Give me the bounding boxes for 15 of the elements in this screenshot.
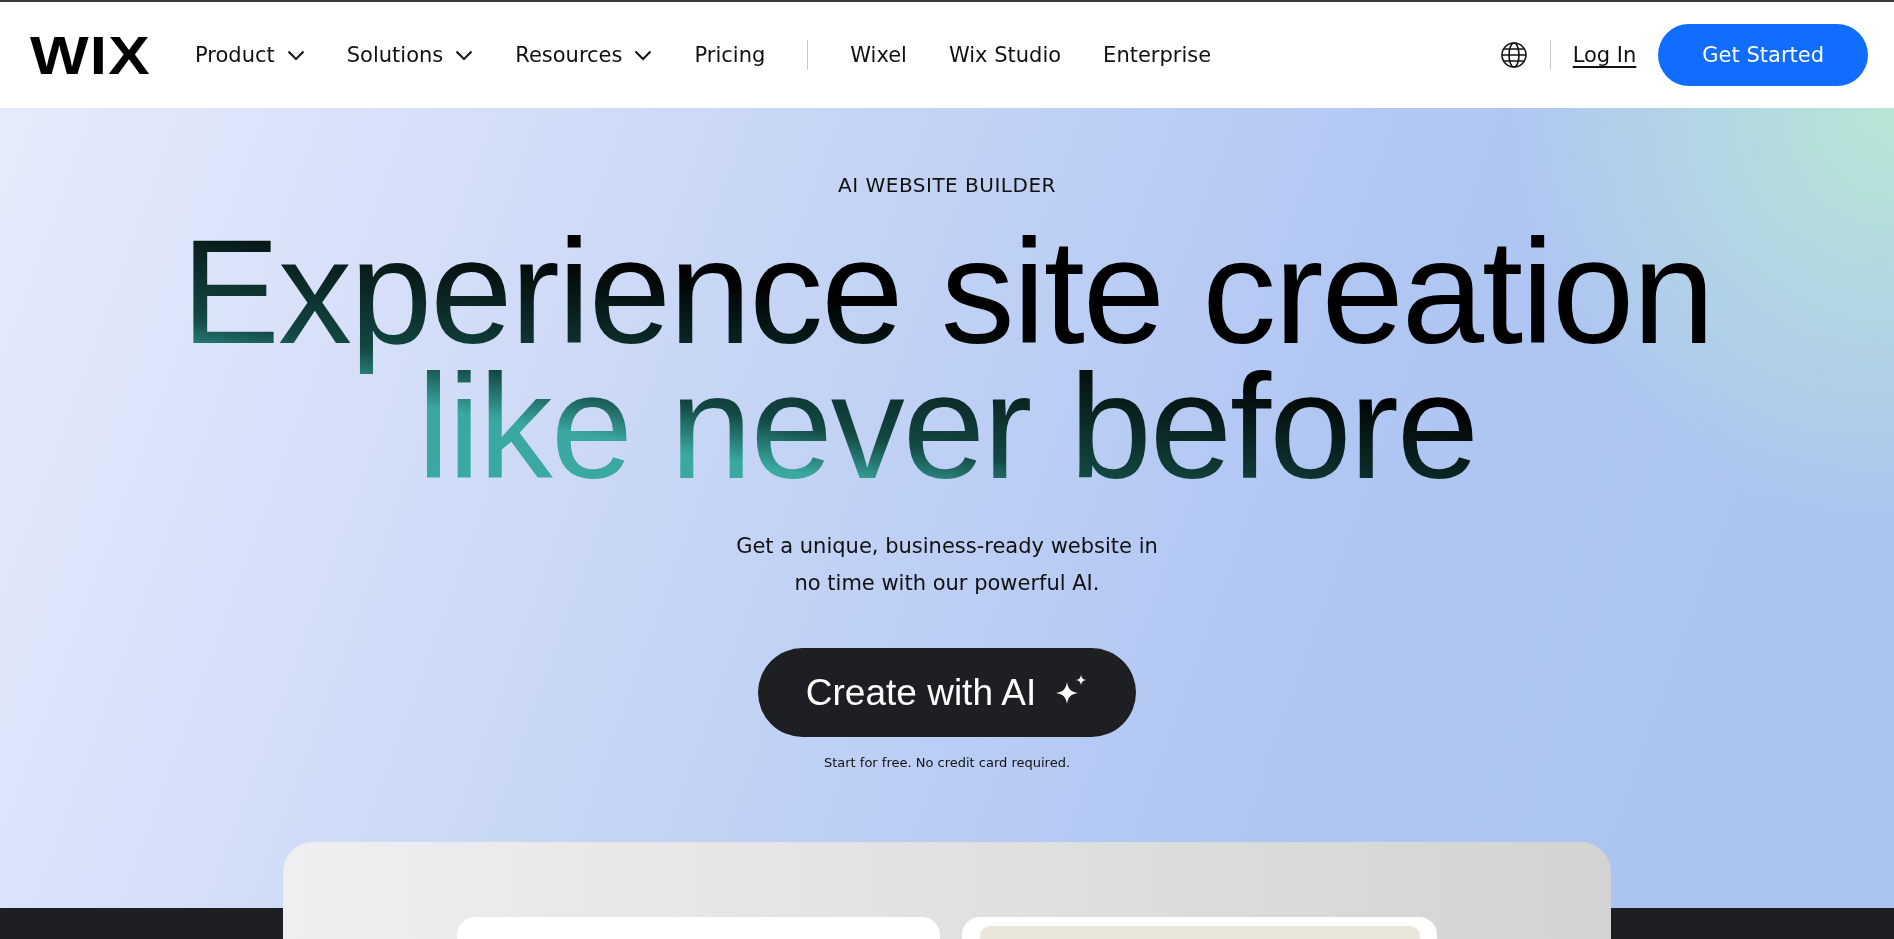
note-text: Start for free. No credit card required.	[823, 755, 1071, 770]
nav-link[interactable]: Product	[195, 43, 305, 67]
subtitle: Get a unique, business-ready website in no time with our powerful AI.	[736, 533, 1158, 597]
login-link[interactable]: Log In	[1572, 43, 1637, 67]
get-started-button[interactable]: Get Started	[1658, 24, 1868, 86]
logo[interactable]: WIX	[30, 24, 151, 86]
nav-link[interactable]: Wix Studio	[948, 43, 1062, 67]
nav-link[interactable]: Solutions	[346, 43, 474, 67]
nav-link[interactable]: Resources	[515, 43, 653, 67]
nav-link[interactable]: Enterprise	[1103, 43, 1212, 67]
eyebrow-text: AI WEBSITE BUILDER	[838, 172, 1056, 198]
nav-link[interactable]: Pricing	[694, 43, 766, 67]
nav-link[interactable]: Wixel	[850, 43, 907, 67]
globe-icon[interactable]	[1499, 41, 1528, 69]
create-with-ai-button[interactable]: Create with AI	[757, 648, 1137, 737]
